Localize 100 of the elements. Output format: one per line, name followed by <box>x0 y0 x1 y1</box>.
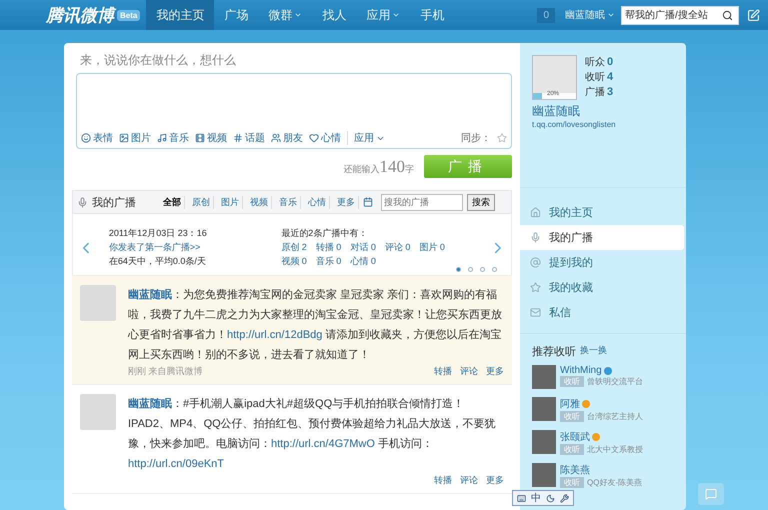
user-name[interactable]: 张颐武 <box>560 430 643 444</box>
post-action[interactable]: 评论 <box>460 474 478 487</box>
chat-button[interactable] <box>698 483 724 505</box>
nav-tab[interactable]: 手机 <box>410 0 454 30</box>
notification-count[interactable]: 0 <box>537 8 555 22</box>
app-menu[interactable]: 应用 <box>347 131 385 145</box>
user-avatar <box>532 365 556 389</box>
count-link[interactable]: 原创 2 <box>281 241 307 254</box>
sidebar-item[interactable]: 私信 <box>520 300 684 325</box>
filter-tab[interactable]: 图片 <box>218 196 243 208</box>
user-name[interactable]: 阿雅 <box>560 397 643 411</box>
user-description: 曾轶明交流平台 <box>587 376 643 387</box>
count-link[interactable]: 评论 0 <box>384 241 410 254</box>
wrench-icon <box>560 494 569 502</box>
first-post-link[interactable]: 你发表了第一条广播>> <box>108 241 268 254</box>
toolbar-link[interactable]: 图片 <box>119 131 151 145</box>
toolbar-link[interactable]: 话题 <box>233 131 265 145</box>
section-title: 我的广播 <box>92 196 136 210</box>
topic-icon <box>233 133 243 143</box>
toolbar-link[interactable]: 视频 <box>195 131 227 145</box>
post-action[interactable]: 转播 <box>434 365 452 378</box>
pager-dot[interactable] <box>456 267 461 272</box>
ime-mode[interactable]: 中 <box>531 491 541 505</box>
avatar <box>80 394 116 430</box>
mood-icon <box>309 133 319 143</box>
summary-date: 2011年12月03日 23：16 <box>108 227 208 240</box>
count-link[interactable]: 音乐 0 <box>316 255 342 268</box>
filter-tab[interactable]: 全部 <box>160 196 185 208</box>
filter-tab[interactable]: 更多 <box>334 196 359 208</box>
beta-badge: Beta <box>117 10 140 20</box>
search-button[interactable]: 搜索 <box>467 194 495 210</box>
user-menu[interactable]: 幽蓝随眠 <box>565 8 615 22</box>
nav-tab[interactable]: 应用 <box>356 0 410 30</box>
user-description: 台湾综艺主持人 <box>587 411 643 422</box>
post-action[interactable]: 评论 <box>460 365 478 378</box>
emoji-icon <box>81 133 91 143</box>
mail-icon <box>530 307 541 318</box>
url-link[interactable]: http://url.cn/12dBdg <box>227 329 322 341</box>
sidebar-item[interactable]: 我的收藏 <box>520 275 684 300</box>
post-action[interactable]: 转播 <box>434 474 452 487</box>
toolbar-link[interactable]: 心情 <box>309 131 341 145</box>
filter-tab[interactable]: 原创 <box>189 196 214 208</box>
refresh-link[interactable]: 换一换 <box>580 344 607 359</box>
post-text: 幽蓝随眠：#手机潮人赢ipad大礼#超级QQ与手机拍拍联合倾情打造！IPAD2、MP4、QQ公仔、拍拍红包、预付费体验超给力礼品大放送，不要犹豫，快来参加吧。电脑访问：http://url.cn/4G7MwO 手机访问： http://url.cn/09eKnT <box>128 396 497 472</box>
average-text: 在64天中，平均0.0条/天 <box>108 255 207 268</box>
url-link[interactable]: http://url.cn/09eKnT <box>128 458 224 470</box>
post-action[interactable]: 更多 <box>486 365 504 378</box>
mic-icon <box>77 196 88 208</box>
chat-icon <box>705 488 717 500</box>
compose-icon[interactable] <box>747 8 760 22</box>
stat-link[interactable]: 听众 0 <box>585 55 614 69</box>
sidebar-item[interactable]: 提到我的 <box>520 250 684 275</box>
toolbar-link[interactable]: 朋友 <box>271 131 303 145</box>
user-name[interactable]: WithMing <box>560 365 643 376</box>
url-link[interactable]: http://url.cn/4G7MwO <box>271 438 375 450</box>
home-icon <box>530 207 541 218</box>
count-link[interactable]: 图片 0 <box>419 241 445 254</box>
stat-link[interactable]: 收听 4 <box>585 70 614 84</box>
nav-tab[interactable]: 我的主页 <box>146 0 214 30</box>
char-counter: 还能输入 140字 <box>344 156 414 176</box>
music-icon <box>157 133 167 143</box>
toolbar-link[interactable]: 音乐 <box>157 131 189 145</box>
author-link[interactable]: 幽蓝随眠 <box>128 289 172 301</box>
toolbar-link[interactable]: 表情 <box>81 131 113 145</box>
logo[interactable]: 腾讯微博 Beta <box>46 4 146 26</box>
user-avatar <box>532 463 556 487</box>
user-description: 北大中文系教授 <box>587 444 643 455</box>
stat-link[interactable]: 广播 3 <box>585 85 614 99</box>
pager-dot[interactable] <box>480 267 485 272</box>
user-name[interactable]: 陈美燕 <box>560 463 642 477</box>
user-avatar <box>532 397 556 421</box>
filter-tab[interactable]: 视频 <box>247 196 272 208</box>
at-icon <box>530 257 541 268</box>
moon-icon <box>546 494 555 502</box>
nav-tab[interactable]: 找人 <box>312 0 356 30</box>
star-icon <box>497 133 507 143</box>
pager-dot[interactable] <box>468 267 473 272</box>
count-link[interactable]: 心情 0 <box>350 255 376 268</box>
nav-tab[interactable]: 微群 <box>258 0 312 30</box>
mic-icon <box>530 232 541 243</box>
post-action[interactable]: 更多 <box>486 474 504 487</box>
filter-tab[interactable]: 音乐 <box>276 196 301 208</box>
count-link[interactable]: 转播 0 <box>316 241 342 254</box>
count-link[interactable]: 对话 0 <box>350 241 376 254</box>
sidebar-item[interactable]: 我的广播 <box>520 225 684 250</box>
caret-icon <box>607 11 615 19</box>
calendar-icon[interactable] <box>363 197 373 207</box>
profile-name[interactable]: 幽蓝随眠 <box>532 103 678 120</box>
star-icon <box>530 282 541 293</box>
sidebar-item[interactable]: 我的主页 <box>520 200 684 225</box>
caret-icon <box>294 11 302 19</box>
nav-tab[interactable]: 广场 <box>214 0 258 30</box>
recommend-title: 推荐收听 <box>532 344 576 359</box>
pager-dot[interactable] <box>492 267 497 272</box>
filter-tab[interactable]: 心情 <box>305 196 330 208</box>
count-link[interactable]: 视频 0 <box>281 255 307 268</box>
post-text: 幽蓝随眠：为您免费推荐淘宝网的金冠卖家 皇冠卖家 亲们：喜欢网购的有福啦，我费了九牛二虎之力为大家整理的淘宝金冠、皇冠卖家！让您买东西更放心更省时省事省力！http://url.cn/12dBdg 请添加到收藏夹，方便您以后在淘宝网上买东西哟！别的不多说，进去看了就知道了！ <box>128 288 503 363</box>
search-field[interactable]: 搜我的广播 <box>381 194 463 210</box>
compose-box[interactable]: 表情 图片 音乐 视频 话题 朋友 心情 应用 同步： <box>76 73 512 149</box>
author-link[interactable]: 幽蓝随眠 <box>128 398 172 410</box>
